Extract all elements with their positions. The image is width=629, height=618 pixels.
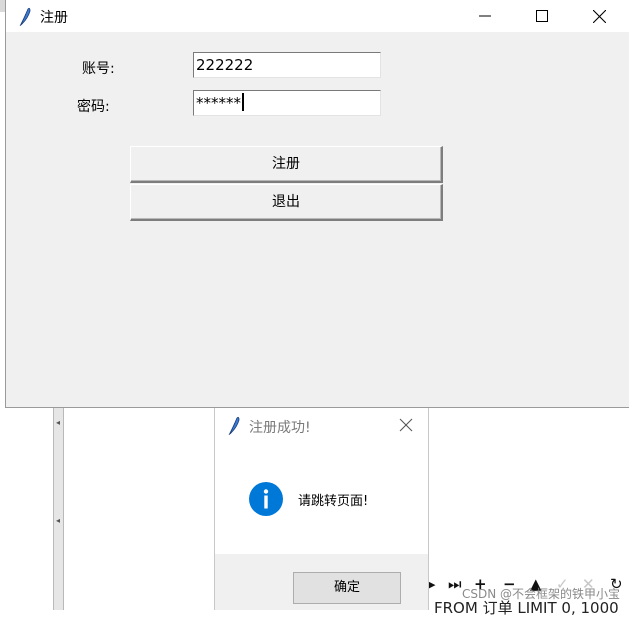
scroll-left-arrow-icon[interactable]: ◂ bbox=[56, 517, 62, 525]
close-button[interactable] bbox=[576, 0, 622, 32]
dialog-titlebar[interactable]: 注册成功! bbox=[215, 408, 428, 442]
password-label: 密码: bbox=[77, 99, 110, 115]
window-titlebar[interactable]: 注册 bbox=[6, 0, 629, 32]
register-window: 注册 账号: 222222 密码: ****** 注册 退出 bbox=[5, 0, 629, 408]
minimize-icon bbox=[479, 15, 491, 17]
dialog-footer: 确定 bbox=[215, 554, 428, 610]
watermark: CSDN @不会框架的铁甲小宝 bbox=[462, 587, 621, 601]
success-dialog: 注册成功! 请跳转页面! 确定 bbox=[214, 408, 429, 610]
password-input[interactable]: ****** bbox=[193, 90, 381, 116]
register-button[interactable]: 注册 bbox=[130, 146, 443, 183]
background-scrollbar[interactable]: ◂ ◂ bbox=[53, 408, 64, 610]
feather-icon bbox=[19, 7, 31, 26]
close-icon[interactable] bbox=[398, 417, 414, 433]
minimize-button[interactable] bbox=[462, 0, 508, 32]
close-icon bbox=[592, 9, 606, 23]
maximize-button[interactable] bbox=[519, 0, 565, 32]
scroll-left-arrow-icon[interactable]: ◂ bbox=[56, 419, 62, 427]
account-label: 账号: bbox=[82, 61, 115, 77]
dialog-message: 请跳转页面! bbox=[298, 494, 369, 509]
account-value: 222222 bbox=[196, 56, 254, 74]
skip-last-icon[interactable]: ⏭ bbox=[448, 576, 462, 592]
feather-icon bbox=[228, 416, 240, 435]
password-value: ****** bbox=[196, 94, 241, 112]
dialog-title: 注册成功! bbox=[249, 420, 311, 436]
window-title: 注册 bbox=[40, 10, 68, 26]
info-icon bbox=[249, 482, 283, 516]
text-caret bbox=[242, 93, 244, 111]
exit-button[interactable]: 退出 bbox=[130, 184, 443, 221]
maximize-icon bbox=[536, 10, 548, 22]
play-icon[interactable]: ▸ bbox=[428, 576, 436, 592]
ok-button[interactable]: 确定 bbox=[293, 572, 401, 604]
account-input[interactable]: 222222 bbox=[193, 52, 381, 78]
